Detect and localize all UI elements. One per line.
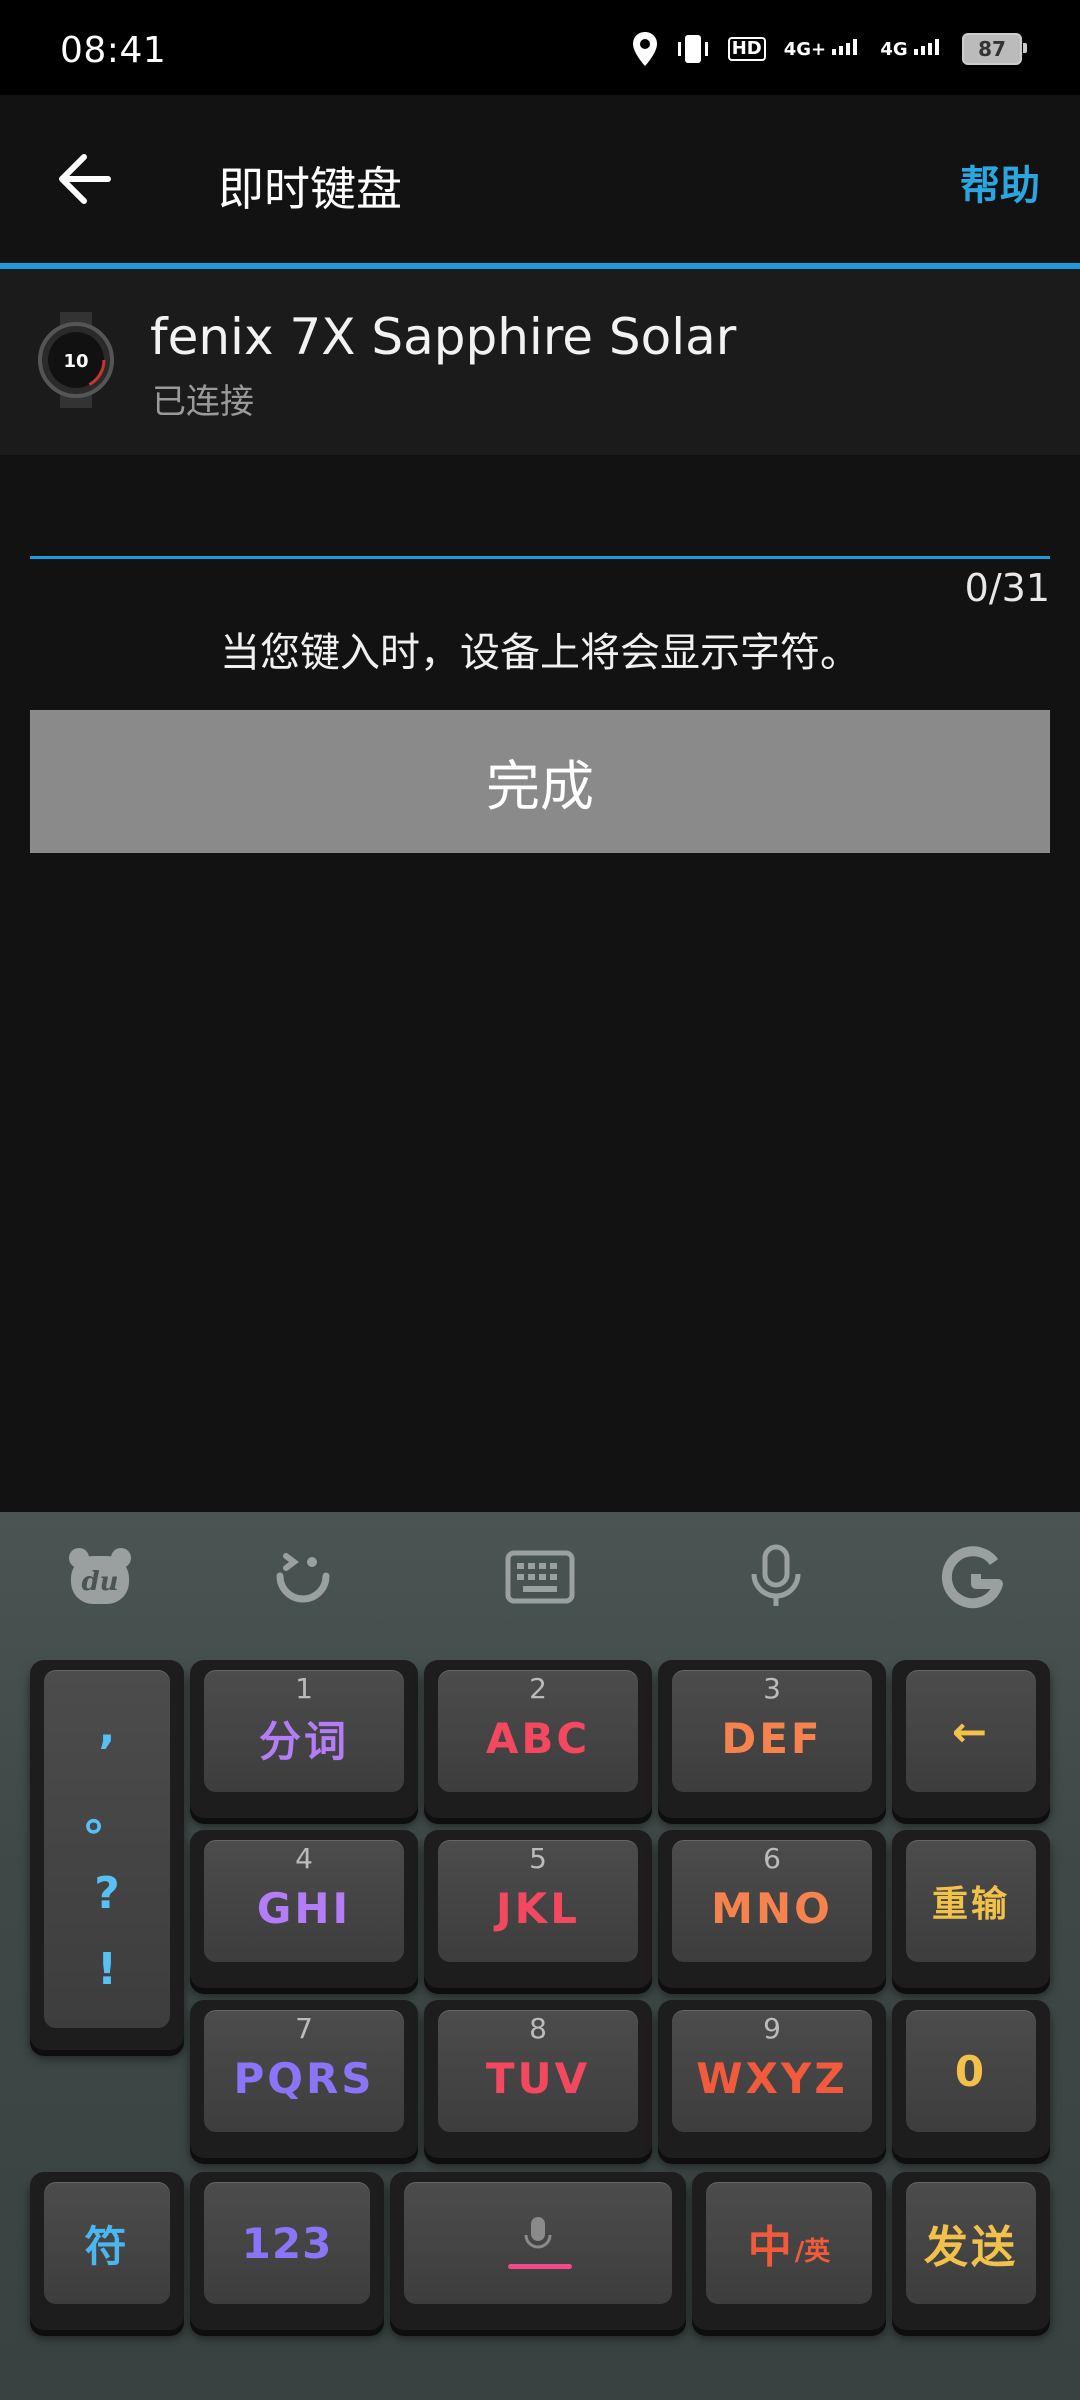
key-6[interactable]: MNO 6	[658, 1830, 886, 1988]
device-name: fenix 7X Sapphire Solar	[150, 308, 737, 366]
reenter-key[interactable]: 重输	[892, 1830, 1050, 1988]
reenter-label: 重输	[931, 1884, 1010, 1925]
vibrate-icon	[676, 34, 710, 64]
key-0[interactable]: 0	[892, 2000, 1050, 2158]
watch-icon: 10	[36, 312, 116, 408]
key-4-number: 4	[295, 1842, 313, 1875]
language-key[interactable]: 中/英	[692, 2172, 886, 2330]
punct-period[interactable]: 。	[85, 1779, 129, 1843]
backspace-key[interactable]: ←	[892, 1660, 1050, 1818]
done-button[interactable]: 完成	[30, 710, 1050, 853]
network-4g: 4G	[880, 39, 944, 59]
key-1[interactable]: 分词 1	[190, 1660, 418, 1818]
key-4-label: GHI	[256, 1883, 352, 1933]
watch-face-text: 10	[63, 351, 88, 372]
key-8-label: TUV	[485, 2053, 591, 2103]
space-indicator	[508, 2264, 572, 2269]
microphone-icon[interactable]	[741, 1542, 811, 1612]
signal-icon-2	[914, 39, 939, 55]
backspace-icon: ←	[951, 1706, 991, 1756]
key-7-number: 7	[295, 2012, 313, 2045]
key-2[interactable]: ABC 2	[424, 1660, 652, 1818]
device-row: 10 fenix 7X Sapphire Solar 已连接	[0, 270, 1080, 455]
language-alt: /英	[794, 2236, 831, 2267]
key-7-label: PQRS	[233, 2053, 375, 2103]
key-1-label: 分词	[258, 1716, 349, 1766]
keyboard: du , 。 ? ! 分词 1 ABC 2 DEF 3 ← GHI 4 JKL …	[0, 1512, 1080, 2400]
key-7[interactable]: PQRS 7	[190, 2000, 418, 2158]
status-time: 08:41	[60, 30, 167, 71]
punct-comma[interactable]: ,	[99, 1703, 116, 1754]
help-link[interactable]: 帮助	[960, 153, 1040, 211]
key-9[interactable]: WXYZ 9	[658, 2000, 886, 2158]
key-6-number: 6	[763, 1842, 781, 1875]
header-divider	[0, 263, 1080, 269]
page-title: 即时键盘	[218, 162, 402, 216]
network-4g-plus: 4G+	[784, 39, 863, 59]
space-microphone-icon	[524, 2217, 552, 2249]
key-5-number: 5	[529, 1842, 547, 1875]
device-status: 已连接	[152, 382, 254, 422]
location-icon	[632, 32, 658, 66]
punct-exclaim[interactable]: !	[97, 1944, 117, 1995]
key-9-label: WXYZ	[696, 2053, 848, 2103]
symbol-key[interactable]: 符	[30, 2172, 184, 2330]
app-bar: 即时键盘 帮助	[0, 95, 1080, 265]
send-label: 发送	[924, 2222, 1018, 2273]
numeric-label: 123	[241, 2218, 333, 2268]
key-1-number: 1	[295, 1672, 313, 1705]
svg-text:du: du	[81, 1567, 118, 1597]
arrow-left-icon	[59, 154, 111, 204]
key-6-label: MNO	[711, 1883, 833, 1933]
key-2-number: 2	[529, 1672, 547, 1705]
du-logo-icon[interactable]: du	[65, 1542, 135, 1612]
signal-icon	[832, 39, 858, 55]
key-2-label: ABC	[485, 1713, 591, 1763]
punct-question[interactable]: ?	[94, 1868, 120, 1919]
numeric-key[interactable]: 123	[190, 2172, 384, 2330]
hint-text: 当您键入时，设备上将会显示字符。	[220, 630, 860, 676]
character-count: 0/31	[964, 566, 1050, 610]
back-button[interactable]	[48, 143, 120, 215]
key-9-number: 9	[763, 2012, 781, 2045]
status-bar: 08:41 HD 4G+ 4G 87	[0, 0, 1080, 95]
keyboard-icon[interactable]	[505, 1542, 575, 1612]
hd-label: HD	[727, 37, 766, 61]
text-input[interactable]	[30, 490, 1054, 552]
status-icons: HD 4G+ 4G 87	[632, 32, 1027, 66]
space-key[interactable]	[390, 2172, 686, 2330]
punctuation-column[interactable]: , 。 ? !	[30, 1660, 184, 2050]
key-5-label: JKL	[496, 1883, 580, 1933]
key-4[interactable]: GHI 4	[190, 1830, 418, 1988]
key-5[interactable]: JKL 5	[424, 1830, 652, 1988]
key-8[interactable]: TUV 8	[424, 2000, 652, 2158]
key-0-label: 0	[954, 2046, 988, 2096]
g-logo-icon[interactable]	[938, 1542, 1008, 1612]
keyboard-toolbar: du	[0, 1512, 1080, 1642]
key-3[interactable]: DEF 3	[658, 1660, 886, 1818]
symbol-label: 符	[84, 2221, 130, 2271]
key-3-number: 3	[763, 1672, 781, 1705]
input-underline	[30, 556, 1050, 559]
key-8-number: 8	[529, 2012, 547, 2045]
language-main: 中	[747, 2222, 795, 2273]
send-key[interactable]: 发送	[892, 2172, 1050, 2330]
emoji-icon[interactable]	[268, 1542, 338, 1612]
key-3-label: DEF	[721, 1713, 823, 1763]
battery-icon: 87	[962, 33, 1027, 65]
